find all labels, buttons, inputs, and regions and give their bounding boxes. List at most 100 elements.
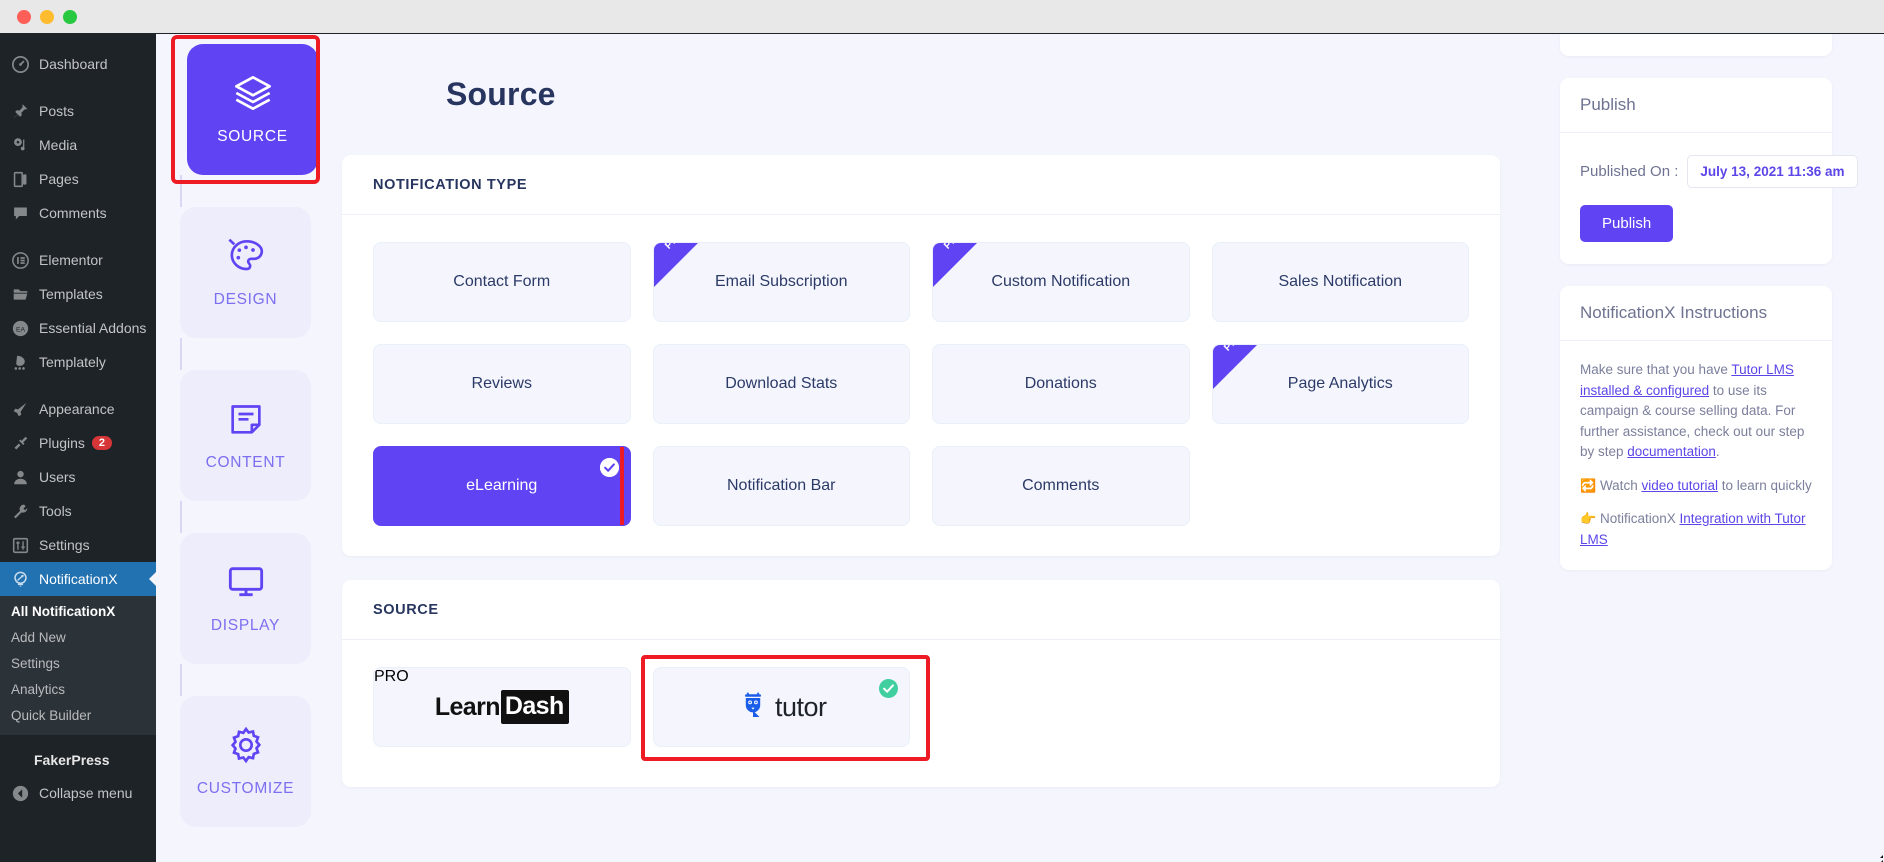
- sidebar-label: Comments: [39, 205, 107, 221]
- learndash-clip: PRO: [374, 668, 630, 746]
- step-customize[interactable]: CUSTOMIZE: [180, 696, 311, 827]
- source-card-learndash[interactable]: PRO Learn Dash: [373, 667, 631, 747]
- type-card-notification-bar[interactable]: Notification Bar: [652, 446, 910, 526]
- card-label: Notification Bar: [727, 477, 836, 494]
- sidebar-label: Pages: [39, 171, 79, 187]
- sidebar-item-templates[interactable]: Templates: [0, 277, 156, 311]
- close-window-button[interactable]: [17, 9, 31, 24]
- card-label: Page Analytics: [1287, 375, 1393, 392]
- sidebar-item-comments[interactable]: Comments: [0, 196, 156, 230]
- gear-icon: [226, 725, 266, 770]
- instructions-paragraph-1: Make sure that you have Tutor LMS instal…: [1580, 360, 1812, 463]
- templately-icon: [10, 352, 30, 372]
- submenu-item-analytics[interactable]: Analytics: [0, 677, 156, 703]
- tutor-logo: tutor: [736, 690, 827, 724]
- type-card-elearning[interactable]: eLearning: [373, 446, 631, 526]
- selected-check-icon: [599, 458, 619, 477]
- elementor-icon: [10, 250, 30, 270]
- sidebar-label: Elementor: [39, 252, 103, 268]
- type-card-reviews[interactable]: Reviews: [373, 344, 631, 424]
- layers-icon: [233, 73, 273, 118]
- notification-type-heading: NOTIFICATION TYPE: [342, 155, 1500, 215]
- publish-button[interactable]: Publish: [1580, 205, 1674, 242]
- sidebar-label: Templately: [39, 354, 106, 370]
- card-label: eLearning: [466, 477, 538, 494]
- wp-admin-sidebar: Dashboard Posts Media Pages Comments Ele…: [0, 34, 156, 862]
- step-wrap-source: SOURCE: [171, 35, 325, 184]
- sidebar-label: Media: [39, 137, 78, 153]
- video-tutorial-link[interactable]: video tutorial: [1641, 478, 1718, 493]
- type-card-email-subscription[interactable]: PRO Email Subscription: [652, 242, 910, 322]
- sidebar-item-users[interactable]: Users: [0, 460, 156, 494]
- card-label: Donations: [1024, 375, 1097, 392]
- sidebar-item-dashboard[interactable]: Dashboard: [0, 47, 156, 81]
- type-card-download-stats[interactable]: Download Stats: [652, 344, 910, 424]
- notificationx-submenu: All NotificationX Add New Settings Analy…: [0, 596, 156, 735]
- submenu-item-add-new[interactable]: Add New: [0, 625, 156, 651]
- monitor-icon: [226, 562, 266, 607]
- sidebar-item-elementor[interactable]: Elementor: [0, 243, 156, 277]
- folder-icon: [10, 284, 30, 304]
- step-label: DESIGN: [213, 291, 278, 308]
- type-card-sales-notification[interactable]: Sales Notification: [1211, 242, 1469, 322]
- pro-badge-label: PRO: [374, 668, 409, 685]
- dashboard-icon: [10, 54, 30, 74]
- submenu-item-quick-builder[interactable]: Quick Builder: [0, 703, 156, 729]
- publish-panel-title: Publish: [1560, 78, 1832, 133]
- instructions-panel: NotificationX Instructions Make sure tha…: [1560, 286, 1832, 571]
- documentation-link[interactable]: documentation: [1627, 444, 1716, 459]
- minimize-window-button[interactable]: [40, 9, 54, 24]
- instr-text-after: .: [1715, 444, 1720, 460]
- sidebar-item-media[interactable]: Media: [0, 128, 156, 162]
- sidebar-item-notificationx[interactable]: NotificationX: [0, 562, 156, 596]
- notificationx-icon: [10, 569, 30, 589]
- step-design[interactable]: DESIGN: [180, 207, 311, 338]
- maximize-window-button[interactable]: [63, 9, 77, 24]
- video-icon: 🔁: [1580, 477, 1597, 493]
- pin-icon: [10, 101, 30, 121]
- sidebar-label: Users: [39, 469, 76, 485]
- publish-panel: Publish Published On : July 13, 2021 11:…: [1560, 78, 1858, 264]
- builder-right-column: Publish Published On : July 13, 2021 11:…: [1546, 34, 1884, 862]
- brush-icon: [10, 399, 30, 419]
- card-label: Download Stats: [725, 375, 838, 392]
- published-on-value[interactable]: July 13, 2021 11:36 am: [1687, 155, 1858, 188]
- step-display[interactable]: DISPLAY: [180, 533, 311, 664]
- sidebar-item-essential-addons[interactable]: EA Essential Addons: [0, 311, 156, 345]
- submenu-item-all-notificationx[interactable]: All NotificationX: [0, 599, 156, 625]
- step-content[interactable]: CONTENT: [180, 370, 311, 501]
- type-card-custom-notification[interactable]: PRO Custom Notification: [932, 242, 1190, 322]
- source-card-tutor[interactable]: tutor: [640, 655, 930, 761]
- sidebar-label: Dashboard: [39, 56, 108, 72]
- sidebar-label: Plugins: [39, 435, 85, 451]
- type-card-donations[interactable]: Donations: [932, 344, 1190, 424]
- instr-text-before: Watch: [1596, 477, 1642, 493]
- source-grid: PRO Learn Dash tutor: [373, 655, 1469, 761]
- instructions-paragraph-2: 🔁 Watch video tutorial to learn quickly: [1580, 476, 1812, 497]
- type-card-contact-form[interactable]: Contact Form: [373, 242, 631, 322]
- sidebar-item-appearance[interactable]: Appearance: [0, 392, 156, 426]
- step-source[interactable]: SOURCE: [187, 44, 318, 175]
- tutor-mark-icon: [744, 692, 761, 717]
- builder-step-rail: SOURCE DESIGN CONTENT DISPLAY CUSTOMIZE: [171, 35, 325, 827]
- settings-icon: [10, 535, 30, 555]
- traffic-lights: [17, 9, 77, 24]
- sidebar-item-pages[interactable]: Pages: [0, 162, 156, 196]
- collapse-menu-button[interactable]: Collapse menu: [0, 776, 156, 810]
- type-card-page-analytics[interactable]: PRO Page Analytics: [1211, 344, 1469, 424]
- scrollbar-corner: [1873, 851, 1883, 862]
- sidebar-item-plugins[interactable]: Plugins 2: [0, 426, 156, 460]
- sidebar-item-tools[interactable]: Tools: [0, 494, 156, 528]
- sidebar-item-templately[interactable]: Templately: [0, 345, 156, 379]
- source-heading: SOURCE: [342, 580, 1500, 640]
- sidebar-item-posts[interactable]: Posts: [0, 94, 156, 128]
- essential-addons-icon: EA: [10, 318, 30, 338]
- sidebar-spacer-top: [0, 34, 156, 47]
- media-icon: [10, 135, 30, 155]
- type-card-comments[interactable]: Comments: [932, 446, 1190, 526]
- sidebar-item-fakerpress[interactable]: FakerPress: [0, 746, 156, 774]
- notification-type-panel: NOTIFICATION TYPE Contact Form PRO Email…: [342, 155, 1500, 556]
- sidebar-item-settings[interactable]: Settings: [0, 528, 156, 562]
- submenu-item-settings[interactable]: Settings: [0, 651, 156, 677]
